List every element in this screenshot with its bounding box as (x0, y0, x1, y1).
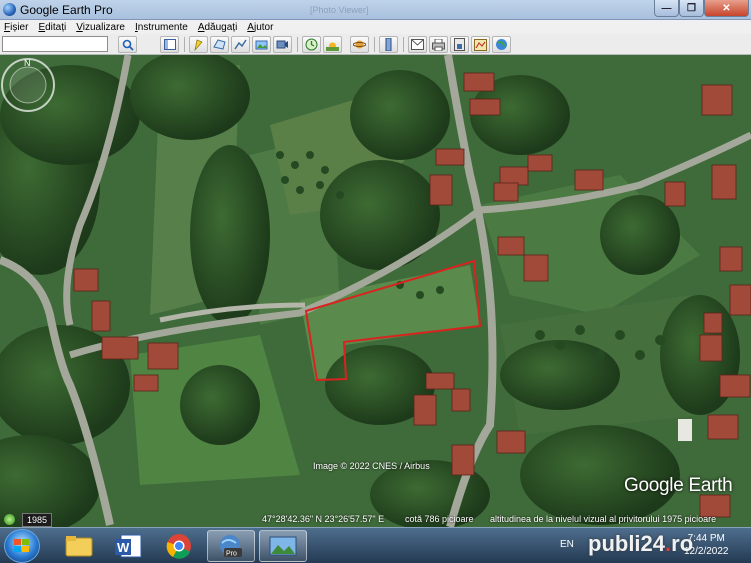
save-image-icon (454, 38, 465, 51)
google-earth-pro-icon: Pro (220, 535, 242, 558)
view-in-maps-icon (474, 38, 487, 51)
word-icon: W (115, 534, 142, 558)
menu-edit[interactable]: Editați (38, 22, 66, 33)
imagery-year-badge[interactable]: 1985 (22, 513, 53, 527)
planets-icon (353, 40, 366, 49)
google-earth-window: Google Earth Pro [Photo Viewer] — ❐ ✕ Fi… (0, 0, 751, 563)
sunlight-icon (326, 42, 339, 51)
taskbar-photo-viewer[interactable] (259, 530, 307, 562)
title-bar: Google Earth Pro [Photo Viewer] — ❐ ✕ (0, 0, 751, 20)
menu-help[interactable]: Ajutor (247, 22, 273, 33)
sidebar-toggle-icon (163, 39, 176, 50)
minimize-button[interactable]: — (654, 0, 679, 17)
toolbar (0, 34, 751, 55)
window-title: Google Earth Pro (20, 3, 113, 17)
maximize-button[interactable]: ❐ (679, 0, 704, 17)
print-icon (432, 38, 445, 51)
status-bar: 1985 47°28'42.36" N 23°26'57.57" E cotă … (0, 512, 751, 527)
path-icon (234, 39, 247, 50)
earth-button[interactable] (492, 36, 511, 53)
add-polygon-button[interactable] (210, 36, 229, 53)
email-icon (411, 39, 424, 50)
svg-text:Pro: Pro (226, 551, 237, 558)
search-icon (122, 39, 134, 51)
menu-bar: Fișier Editați Vizualizare Instrumente A… (0, 20, 751, 34)
menu-view[interactable]: Vizualizare (76, 22, 125, 33)
start-button[interactable] (4, 529, 40, 563)
taskbar-google-chrome[interactable] (155, 530, 203, 562)
ruler-icon (385, 38, 392, 51)
polygon-icon (213, 39, 226, 50)
language-indicator[interactable]: EN (560, 539, 574, 550)
windows-logo-icon (14, 539, 29, 552)
publi24-watermark: publi24.ro (588, 531, 694, 556)
historical-imagery-icon (305, 38, 318, 51)
folder-icon (65, 536, 93, 557)
clock-time: 7:44 PM (687, 533, 725, 544)
clock-date: 12/2/2022 (684, 546, 729, 557)
close-button[interactable]: ✕ (704, 0, 749, 17)
windows-taskbar: W Pro EN publi24.ro 7:44 PM 12/2/2022 (0, 527, 751, 563)
menu-add[interactable]: Adăugați (198, 22, 237, 33)
satellite-imagery (0, 55, 751, 527)
earth-icon (496, 39, 507, 50)
image-overlay-icon (255, 40, 268, 50)
record-tour-button[interactable] (273, 36, 292, 53)
view-in-maps-button[interactable] (471, 36, 490, 53)
planets-button[interactable] (350, 36, 369, 53)
ruler-button[interactable] (379, 36, 398, 53)
save-image-button[interactable] (450, 36, 469, 53)
add-path-button[interactable] (231, 36, 250, 53)
taskbar-microsoft-word[interactable]: W (105, 530, 153, 562)
svg-text:W: W (117, 540, 130, 555)
print-button[interactable] (429, 36, 448, 53)
elevation-readout: cotă 786 picioare (405, 514, 474, 524)
search-button[interactable] (118, 36, 137, 53)
taskbar-google-earth-pro[interactable]: Pro (207, 530, 255, 562)
google-earth-app-icon (3, 3, 16, 16)
menu-tools[interactable]: Instrumente (135, 22, 188, 33)
imagery-credit: Image © 2022 CNES / Airbus (313, 461, 430, 471)
system-clock[interactable]: 7:44 PM 12/2/2022 (684, 532, 729, 558)
navigation-compass[interactable]: N (0, 55, 56, 115)
taskbar-windows-explorer[interactable] (55, 530, 103, 562)
chrome-icon (166, 534, 191, 559)
eye-altitude-readout: altitudinea de la nivelul vizual al priv… (490, 514, 717, 524)
record-tour-icon (276, 40, 288, 49)
sidebar-toggle-button[interactable] (160, 36, 179, 53)
email-button[interactable] (408, 36, 427, 53)
google-earth-logo: Google Earth (624, 475, 733, 496)
compass-north-label: N (24, 58, 31, 68)
historical-imagery-button[interactable] (302, 36, 321, 53)
photo-viewer-icon (269, 536, 297, 556)
menu-file[interactable]: Fișier (4, 22, 28, 33)
sunlight-button[interactable] (323, 36, 342, 53)
map-viewport[interactable]: N Image © 2022 CNES / Airbus Google Eart… (0, 55, 751, 527)
background-window-title: [Photo Viewer] (310, 5, 369, 15)
placemark-icon (194, 39, 203, 51)
historical-imagery-status-icon[interactable] (4, 514, 15, 525)
add-image-overlay-button[interactable] (252, 36, 271, 53)
search-input[interactable] (2, 36, 108, 52)
coordinates-readout: 47°28'42.36" N 23°26'57.57" E (262, 514, 385, 524)
add-placemark-button[interactable] (189, 36, 208, 53)
